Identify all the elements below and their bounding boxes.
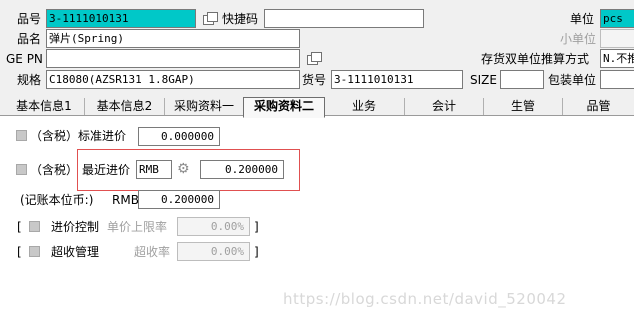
tab-purchase-data-1[interactable]: 采购资料一	[165, 98, 244, 115]
std-price-field[interactable]: 0.000000	[138, 127, 220, 146]
unit-field[interactable]: pcs	[600, 9, 634, 28]
copy-icon[interactable]	[203, 12, 218, 25]
over-receive-checkbox[interactable]	[29, 246, 40, 257]
bracket-close: ]	[254, 220, 259, 234]
bracket-close: ]	[254, 245, 259, 259]
recent-price-label: 最近进价	[82, 163, 131, 177]
base-currency-field[interactable]: 0.200000	[138, 190, 220, 209]
size-field[interactable]	[500, 70, 544, 89]
pack-unit-label: 包装单位	[548, 73, 597, 87]
spec-field[interactable]: C18080(AZSR131 1.8GAP)	[46, 70, 300, 89]
product-code-label: 品号	[17, 12, 42, 26]
unit-label: 单位	[570, 12, 595, 26]
tab-basic-info-1[interactable]: 基本信息1	[4, 98, 85, 115]
base-currency-label: (记账本位币:)	[20, 193, 94, 207]
small-unit-field[interactable]	[600, 29, 634, 48]
watermark-text: https://blog.csdn.net/david_520042	[283, 290, 567, 308]
recent-price-checkbox[interactable]	[16, 164, 27, 175]
copy-icon[interactable]	[307, 52, 322, 65]
recent-price-field[interactable]: 0.200000	[200, 160, 284, 179]
ge-pn-field[interactable]	[46, 49, 300, 68]
tab-business[interactable]: 业务	[324, 98, 405, 115]
quick-code-label: 快捷码	[222, 12, 259, 26]
base-currency-code: RMB	[112, 193, 139, 207]
upper-limit-field[interactable]: 0.00%	[177, 217, 250, 236]
product-name-label: 品名	[17, 32, 42, 46]
std-price-checkbox[interactable]	[16, 130, 27, 141]
quick-code-field[interactable]	[264, 9, 424, 28]
tab-accounting[interactable]: 会计	[405, 98, 484, 115]
tab-strip: 基本信息1 基本信息2 采购资料一 采购资料二 业务 会计 生管 品管	[0, 97, 634, 118]
dual-unit-field[interactable]: N.不推	[600, 49, 634, 68]
tax-label: （含税）	[30, 163, 79, 177]
product-name-field[interactable]: 弹片(Spring)	[46, 29, 300, 48]
upper-limit-label: 单价上限率	[107, 220, 168, 234]
over-receive-label: 超收管理	[51, 245, 100, 259]
over-receive-rate-label: 超收率	[134, 245, 171, 259]
std-price-label: （含税）标准进价	[30, 129, 127, 143]
ge-pn-label: GE PN	[6, 52, 43, 66]
tab-production[interactable]: 生管	[484, 98, 563, 115]
pack-unit-field[interactable]	[600, 70, 634, 89]
spec-label: 规格	[17, 73, 42, 87]
goods-no-label: 货号	[302, 73, 327, 87]
dual-unit-label: 存货双单位推算方式	[481, 52, 590, 66]
size-label: SIZE	[470, 73, 497, 87]
product-code-field[interactable]: 3-1111010131	[46, 9, 196, 28]
tab-basic-info-2[interactable]: 基本信息2	[85, 98, 165, 115]
gear-icon[interactable]: ⚙	[177, 161, 190, 177]
tab-quality[interactable]: 品管	[563, 98, 634, 115]
bracket-open: [	[17, 245, 22, 259]
price-control-checkbox[interactable]	[29, 221, 40, 232]
bracket-open: [	[17, 220, 22, 234]
goods-no-field[interactable]: 3-1111010131	[331, 70, 463, 89]
tab-purchase-data-2[interactable]: 采购资料二	[243, 97, 325, 118]
price-control-label: 进价控制	[51, 220, 100, 234]
over-receive-rate-field[interactable]: 0.00%	[177, 242, 250, 261]
small-unit-label: 小单位	[560, 32, 597, 46]
currency-field[interactable]: RMB	[136, 160, 172, 179]
